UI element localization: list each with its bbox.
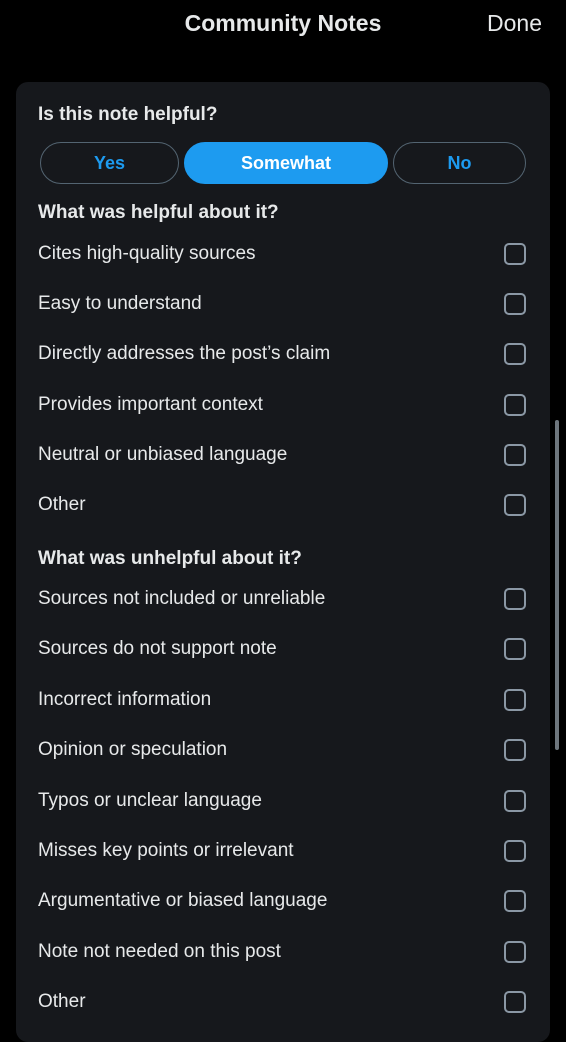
helpful-option-neutral-language[interactable]: Neutral or unbiased language xyxy=(38,433,528,477)
option-label: Argumentative or biased language xyxy=(38,890,328,911)
option-label: Incorrect information xyxy=(38,689,212,710)
option-label: Opinion or speculation xyxy=(38,739,228,760)
helpful-option-important-context[interactable]: Provides important context xyxy=(38,383,528,427)
helpful-option-easy-to-understand[interactable]: Easy to understand xyxy=(38,282,528,326)
option-label: Directly addresses the post’s claim xyxy=(38,343,331,364)
unhelpful-option-argumentative[interactable]: Argumentative or biased language xyxy=(38,879,528,923)
top-bar: Community Notes Done xyxy=(0,0,566,56)
rating-panel: Is this note helpful? Yes Somewhat No Wh… xyxy=(16,82,550,1042)
option-label: Easy to understand xyxy=(38,293,202,314)
checkbox[interactable] xyxy=(504,394,526,416)
unhelpful-option-note-not-needed[interactable]: Note not needed on this post xyxy=(38,930,528,974)
helpful-question: Is this note helpful? xyxy=(38,104,218,125)
unhelpful-option-opinion[interactable]: Opinion or speculation xyxy=(38,728,528,772)
unhelpful-option-sources-unreliable[interactable]: Sources not included or unreliable xyxy=(38,577,528,621)
rating-no-button[interactable]: No xyxy=(393,142,526,184)
option-label: Cites high-quality sources xyxy=(38,243,256,264)
checkbox[interactable] xyxy=(504,444,526,466)
scrollbar[interactable] xyxy=(555,420,559,750)
checkbox[interactable] xyxy=(504,840,526,862)
helpful-option-other[interactable]: Other xyxy=(38,483,528,527)
option-label: Sources not included or unreliable xyxy=(38,588,326,609)
done-button[interactable]: Done xyxy=(487,10,542,37)
unhelpful-option-other[interactable]: Other xyxy=(38,980,528,1024)
option-label: Neutral or unbiased language xyxy=(38,444,288,465)
checkbox[interactable] xyxy=(504,941,526,963)
unhelpful-option-incorrect-information[interactable]: Incorrect information xyxy=(38,678,528,722)
checkbox[interactable] xyxy=(504,991,526,1013)
page-title: Community Notes xyxy=(184,10,382,36)
checkbox[interactable] xyxy=(504,343,526,365)
checkbox[interactable] xyxy=(504,790,526,812)
checkbox[interactable] xyxy=(504,494,526,516)
helpful-heading: What was helpful about it? xyxy=(38,202,279,223)
option-label: Typos or unclear language xyxy=(38,790,262,811)
unhelpful-option-misses-key-points[interactable]: Misses key points or irrelevant xyxy=(38,829,528,873)
unhelpful-heading: What was unhelpful about it? xyxy=(38,548,302,569)
checkbox[interactable] xyxy=(504,243,526,265)
option-label: Other xyxy=(38,991,86,1012)
checkbox[interactable] xyxy=(504,739,526,761)
unhelpful-option-typos[interactable]: Typos or unclear language xyxy=(38,779,528,823)
rating-somewhat-button[interactable]: Somewhat xyxy=(184,142,388,184)
unhelpful-option-sources-not-supporting[interactable]: Sources do not support note xyxy=(38,627,528,671)
checkbox[interactable] xyxy=(504,638,526,660)
option-label: Note not needed on this post xyxy=(38,941,281,962)
checkbox[interactable] xyxy=(504,890,526,912)
checkbox[interactable] xyxy=(504,588,526,610)
checkbox[interactable] xyxy=(504,293,526,315)
rating-segmented-control: Yes Somewhat No xyxy=(40,142,526,186)
checkbox[interactable] xyxy=(504,689,526,711)
helpful-option-high-quality-sources[interactable]: Cites high-quality sources xyxy=(38,232,528,276)
rating-yes-button[interactable]: Yes xyxy=(40,142,179,184)
helpful-option-addresses-claim[interactable]: Directly addresses the post’s claim xyxy=(38,332,528,376)
option-label: Other xyxy=(38,494,86,515)
option-label: Misses key points or irrelevant xyxy=(38,840,294,861)
option-label: Sources do not support note xyxy=(38,638,277,659)
option-label: Provides important context xyxy=(38,394,263,415)
